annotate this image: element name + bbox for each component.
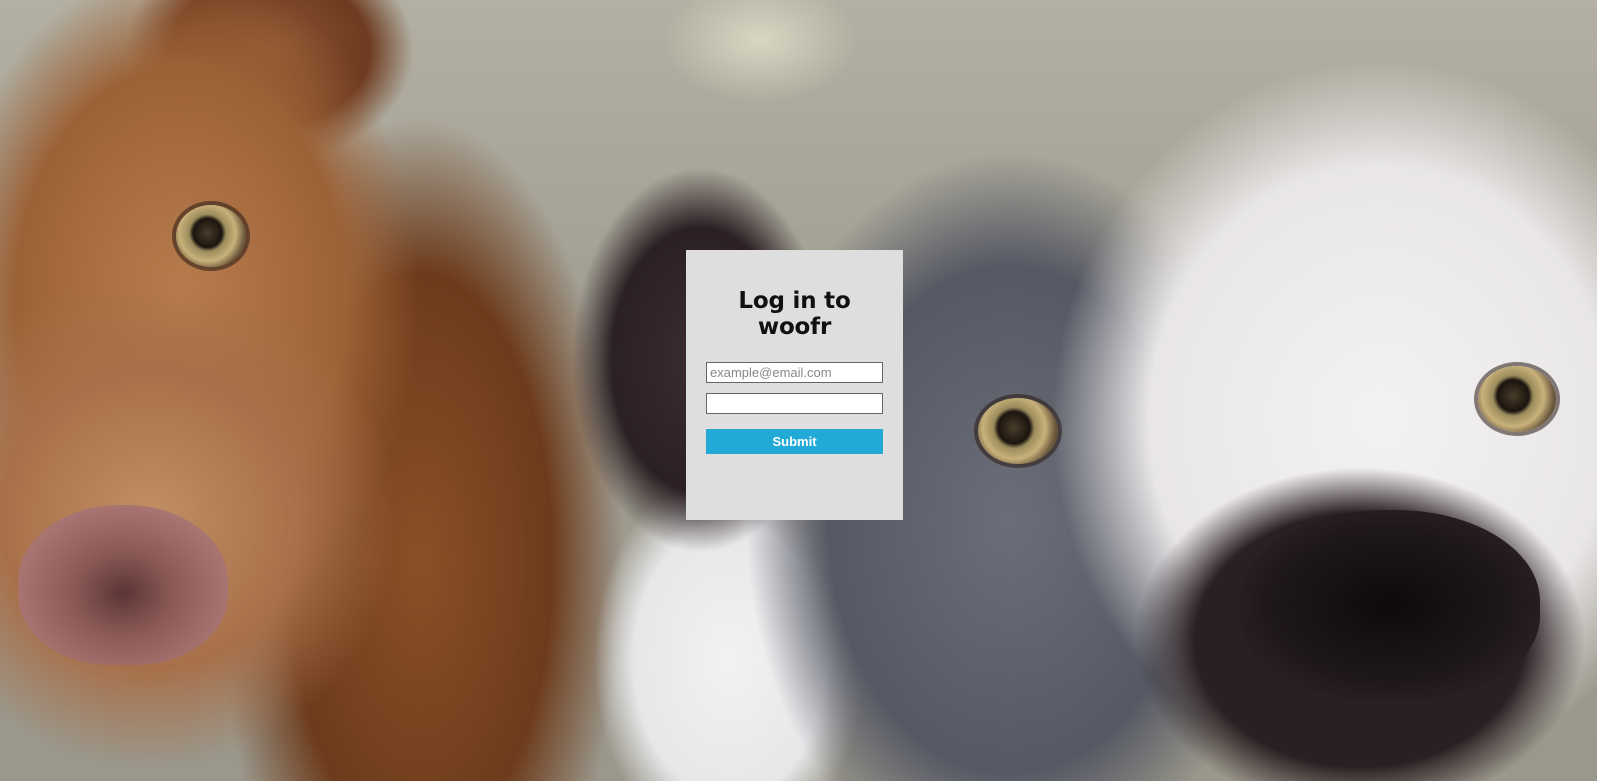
login-title: Log in to woofr xyxy=(738,288,851,340)
login-card: Log in to woofr Submit xyxy=(686,250,903,520)
gray-dog-nose xyxy=(1240,510,1540,700)
password-input[interactable] xyxy=(706,393,883,414)
email-input[interactable] xyxy=(706,362,883,383)
brown-dog-nose xyxy=(18,505,228,665)
submit-button[interactable]: Submit xyxy=(706,429,883,454)
login-page: Log in to woofr Submit xyxy=(0,0,1597,781)
gray-dog-eye-left xyxy=(978,398,1058,464)
gray-dog-eye-right xyxy=(1478,366,1556,432)
brown-dog-eye xyxy=(176,205,246,267)
